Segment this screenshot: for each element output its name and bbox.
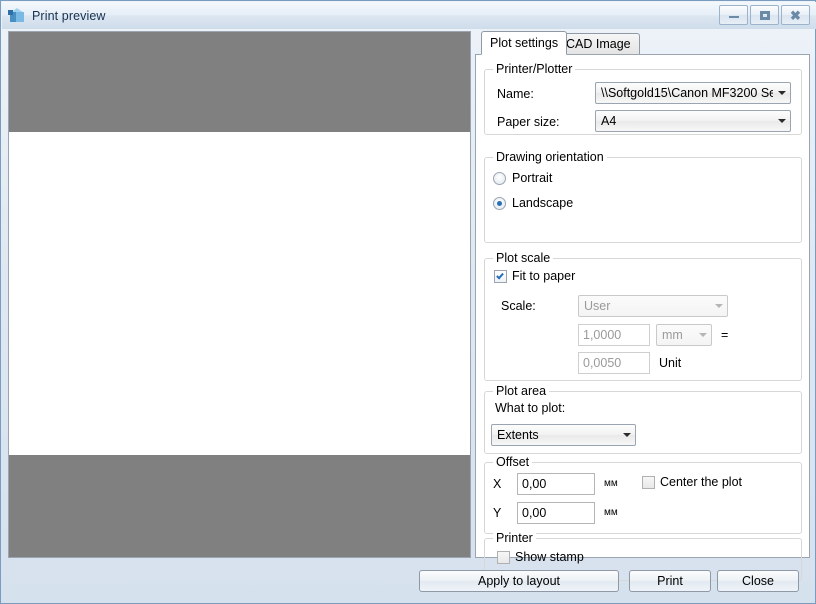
chevron-down-icon bbox=[710, 302, 727, 310]
checkbox-center-the-plot[interactable]: Center the plot bbox=[642, 475, 742, 489]
group-offset-title: Offset bbox=[493, 455, 533, 469]
what-to-plot-combo[interactable]: Extents bbox=[491, 424, 636, 446]
group-plot-area: Plot area What to plot: Extents bbox=[484, 384, 802, 454]
tab-plot-settings-label: Plot settings bbox=[490, 36, 559, 50]
cube-icon bbox=[8, 7, 26, 25]
settings-pane: Plot settings CAD Image Printer/Plotter … bbox=[475, 31, 810, 581]
scale-value: User bbox=[584, 299, 611, 313]
printer-name-label: Name: bbox=[497, 87, 534, 101]
group-printer-plotter: Printer/Plotter Name: \\Softgold15\Canon… bbox=[484, 62, 802, 135]
chevron-down-icon bbox=[694, 331, 711, 339]
offset-x-input[interactable]: 0,00 bbox=[517, 473, 595, 495]
group-plot-scale-title: Plot scale bbox=[493, 251, 554, 265]
preview-margin-top bbox=[9, 32, 470, 132]
offset-x-value: 0,00 bbox=[522, 477, 547, 491]
radio-landscape-indicator bbox=[493, 196, 506, 210]
offset-y-input[interactable]: 0,00 bbox=[517, 502, 595, 524]
printer-name-combo[interactable]: \\Softgold15\Canon MF3200 Serie bbox=[595, 82, 791, 104]
window-title: Print preview bbox=[32, 8, 106, 23]
scale-combo[interactable]: User bbox=[578, 295, 728, 317]
radio-landscape-label: Landscape bbox=[512, 196, 574, 210]
scale-numerator-input[interactable]: 1,0000 bbox=[578, 324, 650, 346]
scale-unit-value: mm bbox=[662, 328, 683, 342]
scale-unit-label: Unit bbox=[659, 356, 682, 370]
group-drawing-orientation: Drawing orientation Portrait Landscape bbox=[484, 150, 802, 243]
offset-y-unit: мм bbox=[604, 507, 618, 518]
scale-numerator-value: 1,0000 bbox=[583, 328, 622, 342]
group-offset: Offset X 0,00 мм Center the plot Y 0,00 … bbox=[484, 455, 802, 534]
checkbox-fit-to-paper[interactable]: Fit to paper bbox=[494, 269, 575, 283]
what-to-plot-label: What to plot: bbox=[495, 401, 566, 415]
close-button[interactable]: Close bbox=[717, 570, 799, 592]
checkbox-fit-to-paper-label: Fit to paper bbox=[512, 269, 576, 283]
print-preview-canvas[interactable] bbox=[8, 31, 471, 558]
paper-size-value: A4 bbox=[601, 114, 617, 128]
tab-cad-image[interactable]: CAD Image bbox=[557, 33, 640, 54]
radio-portrait-label: Portrait bbox=[512, 171, 553, 185]
printer-name-value: \\Softgold15\Canon MF3200 Serie bbox=[601, 86, 773, 100]
scale-denominator-input[interactable]: 0,0050 bbox=[578, 352, 650, 374]
scale-equals-sign: = bbox=[721, 328, 729, 342]
apply-to-layout-button[interactable]: Apply to layout bbox=[419, 570, 619, 592]
offset-x-unit: мм bbox=[604, 478, 618, 489]
scale-unit-combo[interactable]: mm bbox=[656, 324, 712, 346]
window-controls: ✖ bbox=[719, 5, 810, 25]
scale-denominator-value: 0,0050 bbox=[583, 356, 622, 370]
print-preview-window: Print preview ✖ Plot settings CAD Image bbox=[0, 0, 816, 604]
minimize-icon[interactable] bbox=[719, 5, 748, 25]
apply-to-layout-label: Apply to layout bbox=[478, 574, 560, 588]
close-label: Close bbox=[742, 574, 774, 588]
group-printer-plotter-title: Printer/Plotter bbox=[493, 62, 576, 76]
radio-portrait-indicator bbox=[493, 171, 506, 185]
tab-cad-image-label: CAD Image bbox=[566, 37, 631, 51]
title-bar: Print preview ✖ bbox=[2, 2, 816, 29]
restore-icon[interactable] bbox=[750, 5, 779, 25]
group-plot-scale: Plot scale Fit to paper Scale: User 1,00… bbox=[484, 251, 802, 381]
group-printer-stamp-title: Printer bbox=[493, 531, 536, 545]
group-plot-area-title: Plot area bbox=[493, 384, 550, 398]
print-label: Print bbox=[657, 574, 683, 588]
tab-strip: Plot settings CAD Image bbox=[475, 31, 810, 55]
offset-x-label: X bbox=[493, 477, 502, 491]
close-icon[interactable]: ✖ bbox=[781, 5, 810, 25]
print-button[interactable]: Print bbox=[629, 570, 711, 592]
paper-size-label: Paper size: bbox=[497, 115, 560, 129]
group-drawing-orientation-title: Drawing orientation bbox=[493, 150, 607, 164]
radio-portrait[interactable]: Portrait bbox=[493, 171, 552, 185]
checkbox-center-the-plot-label: Center the plot bbox=[660, 475, 742, 489]
what-to-plot-value: Extents bbox=[497, 428, 539, 442]
dialog-button-bar: Apply to layout Print Close bbox=[1, 559, 816, 603]
checkbox-fit-to-paper-indicator bbox=[494, 269, 507, 283]
radio-landscape[interactable]: Landscape bbox=[493, 196, 573, 210]
preview-page-sheet bbox=[9, 132, 470, 455]
checkbox-center-the-plot-indicator bbox=[642, 475, 655, 489]
chevron-down-icon bbox=[773, 117, 790, 125]
offset-y-label: Y bbox=[493, 506, 502, 520]
chevron-down-icon bbox=[773, 89, 790, 97]
chevron-down-icon bbox=[618, 431, 635, 439]
tab-plot-settings[interactable]: Plot settings bbox=[481, 31, 568, 55]
paper-size-combo[interactable]: A4 bbox=[595, 110, 791, 132]
preview-margin-bottom bbox=[9, 455, 470, 557]
scale-label: Scale: bbox=[501, 299, 536, 313]
offset-y-value: 0,00 bbox=[522, 506, 547, 520]
tab-panel-plot-settings: Printer/Plotter Name: \\Softgold15\Canon… bbox=[475, 54, 810, 581]
